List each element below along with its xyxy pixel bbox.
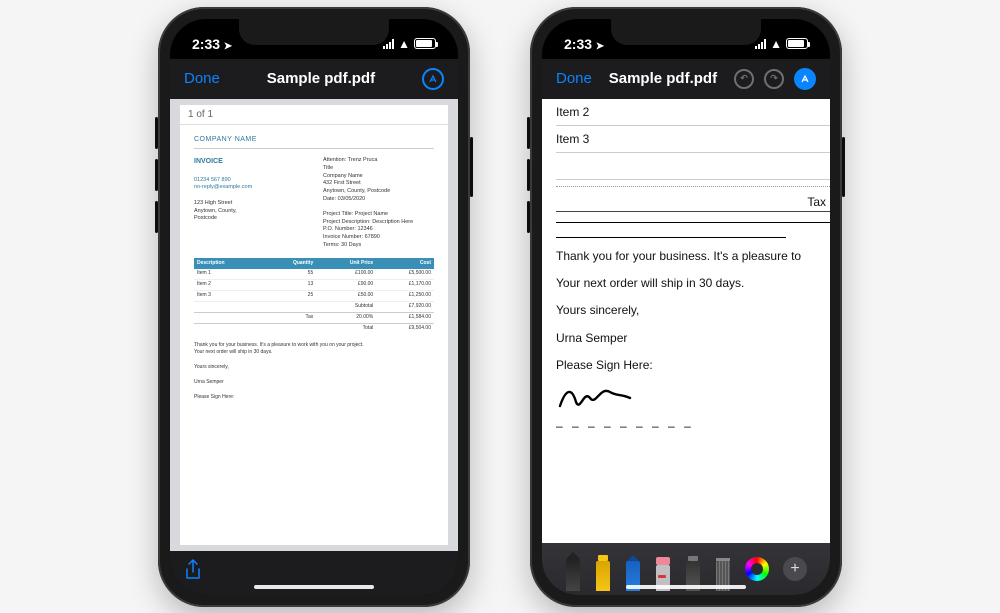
to-title: Title [323, 165, 434, 173]
wifi-icon: ▲ [770, 37, 782, 51]
sign-here: Please Sign Here: [556, 357, 830, 374]
undo-icon: ↶ [734, 69, 754, 89]
sender-addr1: 123 High Street [194, 200, 305, 208]
table-row: Item 325£50.00£1,250.00 [194, 290, 434, 301]
company-name: COMPANY NAME [194, 135, 434, 145]
to-company: Company Name [323, 173, 434, 181]
redo-icon: ↷ [764, 69, 784, 89]
thanks-text: Thank you for your business. It's a plea… [556, 248, 830, 265]
sender-phone: 01234 567 890 [194, 177, 305, 185]
table-row: Item 3 [556, 126, 830, 153]
tool-pen[interactable] [565, 552, 581, 591]
status-time: 2:33 ➤ [192, 36, 232, 52]
sign-here: Please Sign Here: [194, 394, 434, 402]
home-indicator[interactable] [626, 585, 746, 589]
location-icon: ➤ [221, 41, 232, 52]
sender-addr2: Anytown, County, [194, 208, 305, 216]
invoice-heading: INVOICE [194, 157, 305, 167]
markup-icon[interactable] [794, 68, 816, 90]
nav-bar: Done Sample pdf.pdf [170, 59, 458, 99]
add-button[interactable]: + [783, 557, 807, 581]
divider-thick [556, 237, 786, 238]
sender-email: no-reply@example.com [194, 184, 305, 192]
invoice-table: Description Quantity Unit Price Cost Ite… [194, 258, 434, 334]
po-number: P.O. Number: 12346 [323, 226, 434, 234]
cellular-icon [755, 39, 766, 49]
sender-addr3: Postcode [194, 215, 305, 223]
tax-label: Tax [556, 189, 830, 212]
pdf-viewport[interactable]: 1 of 1 COMPANY NAME INVOICE 01234 567 89… [170, 99, 458, 551]
pdf-page: COMPANY NAME INVOICE 01234 567 890 no-re… [180, 125, 448, 545]
divider-dotted [556, 186, 830, 187]
notch [239, 19, 389, 45]
to-addr2: Anytown, County, Postcode [323, 188, 434, 196]
th-unitprice: Unit Price [316, 258, 376, 269]
done-button[interactable]: Done [556, 70, 592, 87]
table-row [556, 153, 830, 180]
screen-left: 2:33 ➤ ▲ Done Sample pdf.pdf 1 of 1 COMP… [170, 19, 458, 595]
nav-bar: Done Sample pdf.pdf ↶ ↷ [542, 59, 830, 99]
yours: Yours sincerely, [194, 364, 434, 372]
status-indicators: ▲ [383, 37, 436, 51]
signer: Urna Semper [556, 330, 830, 347]
divider [556, 222, 830, 223]
subtotal-row: Subtotal£7,920.00 [194, 301, 434, 312]
invoice-number: Invoice Number: 67890 [323, 234, 434, 242]
ship-text: Your next order will ship in 30 days. [194, 349, 434, 357]
signature-drawing [556, 384, 830, 415]
notch [611, 19, 761, 45]
nav-title: Sample pdf.pdf [267, 70, 375, 87]
phone-right: 2:33 ➤ ▲ Done Sample pdf.pdf ↶ ↷ Item 2 … [530, 7, 842, 607]
to-addr1: 432 First Street [323, 180, 434, 188]
signature-line: – – – – – – – – – [556, 419, 830, 433]
project-desc: Project Description: Description Here [323, 219, 434, 227]
project-title: Project Title: Project Name [323, 211, 434, 219]
done-button[interactable]: Done [184, 70, 220, 87]
table-row: Item 213£90.00£1,170.00 [194, 279, 434, 290]
yours: Yours sincerely, [556, 302, 830, 319]
battery-icon [786, 38, 808, 49]
th-desc: Description [194, 258, 263, 269]
nav-title: Sample pdf.pdf [609, 70, 717, 87]
screen-right: 2:33 ➤ ▲ Done Sample pdf.pdf ↶ ↷ Item 2 … [542, 19, 830, 595]
pdf-viewport[interactable]: Item 2 Item 3 Tax Thank you for your bus… [542, 99, 830, 543]
date: Date: 03/05/2020 [323, 196, 434, 204]
attn: Attention: Trenz Pruca [323, 157, 434, 165]
tool-marker[interactable] [595, 555, 611, 591]
tax-row: Tax20.00%£1,584.00 [194, 312, 434, 323]
terms: Terms: 30 Days [323, 242, 434, 250]
page-indicator: 1 of 1 [180, 105, 448, 125]
status-time: 2:33 ➤ [564, 36, 604, 52]
location-icon: ➤ [593, 41, 604, 52]
signer: Urna Semper [194, 379, 434, 387]
markup-icon[interactable] [422, 68, 444, 90]
pdf-page-zoomed: Item 2 Item 3 Tax Thank you for your bus… [542, 99, 830, 519]
table-row: Item 2 [556, 99, 830, 126]
ship-text: Your next order will ship in 30 days. [556, 275, 830, 292]
th-qty: Quantity [263, 258, 317, 269]
cellular-icon [383, 39, 394, 49]
battery-icon [414, 38, 436, 49]
phone-left: 2:33 ➤ ▲ Done Sample pdf.pdf 1 of 1 COMP… [158, 7, 470, 607]
share-icon[interactable] [184, 559, 202, 587]
thanks-text: Thank you for your business. It's a plea… [194, 342, 434, 350]
status-indicators: ▲ [755, 37, 808, 51]
color-picker[interactable] [745, 557, 769, 581]
th-cost: Cost [376, 258, 434, 269]
home-indicator[interactable] [254, 585, 374, 589]
total-row: Total£9,504.00 [194, 323, 434, 334]
wifi-icon: ▲ [398, 37, 410, 51]
table-row: Item 155£100.00£5,500.00 [194, 269, 434, 280]
